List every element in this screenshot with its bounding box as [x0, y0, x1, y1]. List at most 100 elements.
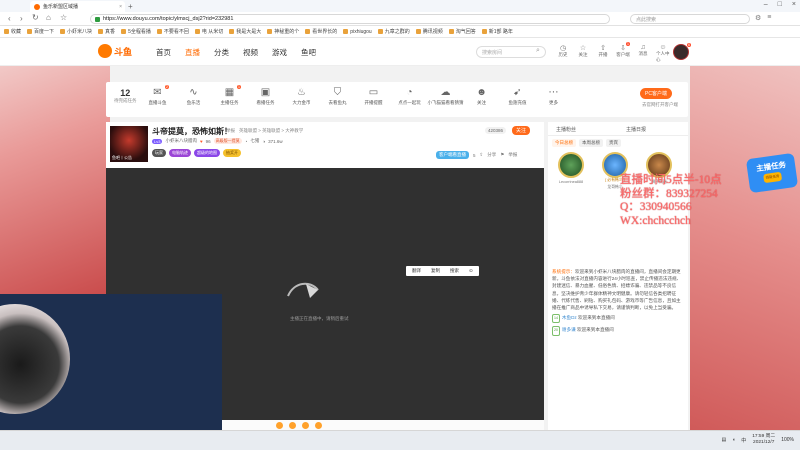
header-tool[interactable]: ⇩ 客户端 1	[616, 42, 630, 63]
pill-player[interactable]: 玩家	[152, 149, 166, 157]
back-icon[interactable]: ‹	[8, 14, 11, 23]
header-tool[interactable]: ◷ 历史	[556, 44, 570, 63]
header-tool[interactable]: ☺ 个人中心	[656, 44, 670, 63]
tab-week-rank[interactable]: 本周总榜	[579, 139, 603, 147]
bookmark-item[interactable]: 5全程看播	[121, 28, 151, 35]
header-tool[interactable]: ⇧ 开播	[596, 44, 610, 63]
volume-icon[interactable]: ◖	[732, 437, 735, 443]
maximize-icon[interactable]: □	[778, 1, 782, 8]
bookmark-item[interactable]: 看世界长的	[305, 28, 337, 35]
task-item[interactable]: ✉ 直播斗鱼 2	[144, 85, 171, 106]
forward-icon[interactable]: ›	[20, 14, 23, 23]
task-item[interactable]: ∿ 鱼乐活	[180, 87, 207, 106]
category-breadcrumb[interactable]: 英雄联盟 > 英雄联盟 > 大神教学	[239, 128, 303, 134]
menu-icon[interactable]: ≡	[767, 14, 771, 22]
tab-fans[interactable]: 主播粉丝	[548, 122, 618, 135]
close-window-icon[interactable]: ×	[792, 1, 796, 8]
chat-user[interactable]: 谢多谦	[562, 327, 576, 332]
gift-icon-4[interactable]	[315, 421, 322, 429]
nav-item[interactable]: 直播	[185, 47, 200, 58]
bookmark-item[interactable]: 神秘重的个	[267, 28, 299, 35]
bookmark-item[interactable]: 淘气回答	[448, 28, 476, 35]
gift-icon-2[interactable]	[289, 421, 296, 429]
pill-map[interactable]: 超级的地图	[194, 149, 220, 157]
douyu-logo[interactable]: 斗鱼	[98, 44, 132, 58]
bookmark-item[interactable]: 新1部 路年	[481, 28, 513, 35]
rocket-icon: ➹	[513, 87, 522, 98]
pc-client-button[interactable]: PC客户端	[640, 88, 672, 99]
tab-close-icon[interactable]: ×	[119, 4, 122, 10]
bookmark-item[interactable]: 百度一下	[27, 28, 54, 35]
follow-button[interactable]: 关注	[512, 126, 531, 135]
task-item[interactable]: ♨ 大力金币	[288, 87, 315, 106]
report-flag-icon[interactable]: ⚑	[500, 152, 504, 158]
bookmark-item[interactable]: 不要看不回	[156, 28, 189, 35]
refresh-icon[interactable]: ↻	[32, 13, 39, 22]
translate-option[interactable]: 翻译	[412, 268, 421, 274]
owner-name[interactable]: 小虾米八块腊肉	[165, 138, 197, 144]
gift-icon-1[interactable]	[276, 421, 283, 429]
fan-badge[interactable]: 高级版一提莫	[213, 138, 242, 144]
header-tool[interactable]: ☆ 关注	[576, 44, 590, 63]
user-avatar[interactable]: 6	[673, 43, 691, 60]
home-icon[interactable]: ⌂	[46, 13, 51, 22]
extensions-icon[interactable]: ⚙	[755, 14, 761, 22]
bookmark-item[interactable]: 九章之群的	[377, 28, 410, 35]
tab-today-rank[interactable]: 今日总榜	[552, 139, 576, 147]
streamer-avatar[interactable]: 鱼吧丨公告	[110, 126, 148, 162]
browser-tab[interactable]: 鱼乐新盟区域播 ×	[30, 1, 125, 12]
gift-icon-3[interactable]	[302, 421, 309, 429]
bookmark-item[interactable]: 我是大是大	[229, 28, 261, 35]
pc-client-sub[interactable]: 去官网打开客户端	[642, 102, 678, 108]
copy-option[interactable]: 复制	[431, 268, 440, 274]
nav-item[interactable]: 视频	[243, 47, 258, 58]
task-item[interactable]: ➹ 鱼翅充值	[504, 87, 531, 106]
header-tool[interactable]: ♫ 消息	[636, 44, 650, 63]
nav-item[interactable]: 鱼吧	[301, 47, 316, 58]
tab-vip[interactable]: 贵宾	[606, 139, 621, 147]
chat-user[interactable]: 木鱼Dz	[562, 315, 577, 320]
browser-search-input[interactable]: 点此搜索	[630, 14, 750, 24]
bookmark-item[interactable]: 真香	[98, 28, 115, 35]
nav-item[interactable]: 分类	[214, 47, 229, 58]
url-field[interactable]: https://www.douyu.com/topic/ylmscj_dsj2?…	[90, 14, 610, 24]
task-item[interactable]: ▭ 开播提醒	[360, 87, 387, 106]
rank-item[interactable]: Lecorrinea888	[556, 152, 586, 190]
nav-item[interactable]: 首页	[156, 47, 171, 58]
chat-text: 欢迎来到本直播间	[578, 315, 615, 321]
nav-item[interactable]: 游戏	[272, 47, 287, 58]
client-watch-button[interactable]: 客户端看直播	[436, 151, 469, 159]
star-bookmark-icon[interactable]: ☆	[60, 13, 67, 22]
task-badge[interactable]: 主播任务 领取任务	[745, 152, 799, 194]
bookmark-item[interactable]: 小虾米八块	[60, 28, 92, 35]
search-option[interactable]: 搜索	[450, 268, 459, 274]
task-item[interactable]: ⋯ 更多	[540, 87, 567, 106]
pill-lottery[interactable]: 抽奖开	[223, 149, 241, 157]
report-link[interactable]: 举报	[226, 128, 235, 134]
pill-pc[interactable]: 电脑轨迹	[169, 149, 191, 157]
avatar-badge: 6	[687, 43, 691, 47]
tab-daily[interactable]: 主播日报	[618, 122, 688, 135]
share-icon[interactable]: ⇪	[480, 152, 484, 158]
minimize-icon[interactable]: –	[764, 1, 768, 8]
task-item[interactable]: ⛉ 去看鱼丸	[324, 87, 351, 106]
search-icon[interactable]: ⌕	[536, 47, 540, 55]
task-count[interactable]: 12 待完成任务	[114, 88, 137, 104]
new-tab-icon[interactable]: +	[128, 2, 133, 11]
network-icon[interactable]: ▤	[721, 437, 726, 443]
report-label[interactable]: 举报	[508, 152, 517, 158]
bookmark-item[interactable]: 腾讯视频	[415, 28, 443, 35]
task-item[interactable]: ☁ 小飞猫猫看看猜猜	[428, 87, 464, 106]
clock[interactable]: 17:59 周二 2021/12/7	[752, 434, 775, 446]
bookmark-item[interactable]: 收藏	[4, 28, 21, 35]
close-menu-icon[interactable]: ⊙	[469, 268, 473, 274]
bookmark-folder-icon	[27, 29, 33, 34]
ime-indicator[interactable]: 中	[741, 437, 746, 444]
task-item[interactable]: ◔ 点点一起玩	[396, 87, 423, 106]
share-label[interactable]: 分享	[487, 152, 496, 158]
bookmark-item[interactable]: pixhiugou	[343, 29, 372, 35]
task-item[interactable]: ☻ 关注	[468, 87, 495, 106]
task-item[interactable]: ▣ 看播任务	[252, 87, 279, 106]
task-item[interactable]: ▦ 主播任务 1	[216, 85, 243, 106]
bookmark-item[interactable]: 电 从米切	[194, 28, 223, 35]
